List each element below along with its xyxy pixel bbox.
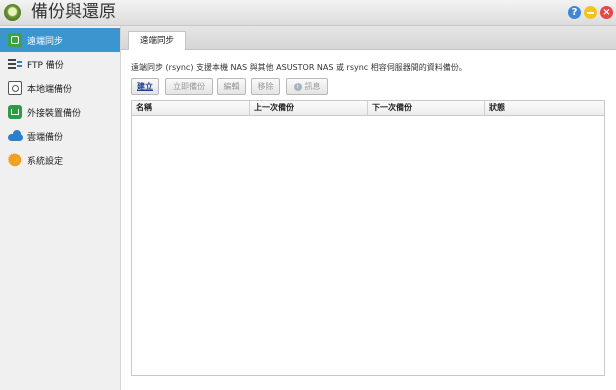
cloud-icon	[8, 130, 23, 141]
page-description: 遠端同步 (rsync) 支援本機 NAS 與其他 ASUSTOR NAS 或 …	[131, 63, 467, 72]
title-bar: 備份與還原 ? ×	[0, 0, 616, 26]
ftp-icon	[8, 57, 22, 71]
main-panel: 遠端同步 遠端同步 (rsync) 支援本機 NAS 與其他 ASUSTOR N…	[121, 26, 616, 390]
close-button[interactable]: ×	[600, 6, 613, 19]
sidebar-item-ftp-backup[interactable]: FTP 備份	[0, 52, 120, 76]
sidebar-item-label: FTP 備份	[27, 61, 64, 71]
sidebar-item-label: 系統設定	[27, 157, 64, 167]
sidebar-item-cloud-backup[interactable]: 雲端備份	[0, 124, 120, 148]
sidebar-item-local-backup[interactable]: 本地端備份	[0, 76, 120, 100]
tab-remote-sync[interactable]: 遠端同步	[128, 31, 186, 50]
minimize-button[interactable]	[584, 6, 597, 19]
help-button[interactable]: ?	[568, 6, 581, 19]
sidebar-item-label: 遠端同步	[27, 37, 64, 47]
backup-now-button[interactable]: 立即備份	[165, 78, 213, 95]
window-title: 備份與還原	[31, 2, 116, 22]
column-header-name[interactable]: 名稱	[132, 101, 250, 115]
column-header-status[interactable]: 狀態	[485, 101, 604, 115]
backup-app-icon	[4, 4, 21, 21]
remote-sync-icon	[8, 33, 22, 47]
backup-job-table: 名稱 上一次備份 下一次備份 狀態	[131, 100, 605, 376]
info-icon: i	[293, 82, 302, 91]
sidebar-item-label: 本地端備份	[27, 85, 73, 95]
sidebar-item-system-settings[interactable]: 系統設定	[0, 148, 120, 172]
column-header-next-backup[interactable]: 下一次備份	[368, 101, 485, 115]
gear-icon	[7, 150, 22, 169]
sidebar: 遠端同步 FTP 備份 本地端備份 外接裝置備份 雲端備份 系統設定	[0, 26, 121, 390]
table-header: 名稱 上一次備份 下一次備份 狀態	[132, 101, 604, 116]
sidebar-item-label: 雲端備份	[27, 133, 64, 143]
tab-strip: 遠端同步	[121, 26, 616, 50]
create-button[interactable]: 建立	[131, 78, 159, 95]
sidebar-item-remote-sync[interactable]: 遠端同步	[0, 28, 120, 52]
info-button-label: 訊息	[304, 82, 321, 91]
sidebar-item-external-backup[interactable]: 外接裝置備份	[0, 100, 120, 124]
column-header-last-backup[interactable]: 上一次備份	[250, 101, 368, 115]
info-button[interactable]: i 訊息	[286, 78, 328, 95]
sidebar-item-label: 外接裝置備份	[27, 109, 82, 119]
local-disk-icon	[8, 81, 22, 95]
edit-button[interactable]: 編輯	[217, 78, 246, 95]
external-device-icon	[8, 105, 22, 119]
remove-button[interactable]: 移除	[251, 78, 280, 95]
